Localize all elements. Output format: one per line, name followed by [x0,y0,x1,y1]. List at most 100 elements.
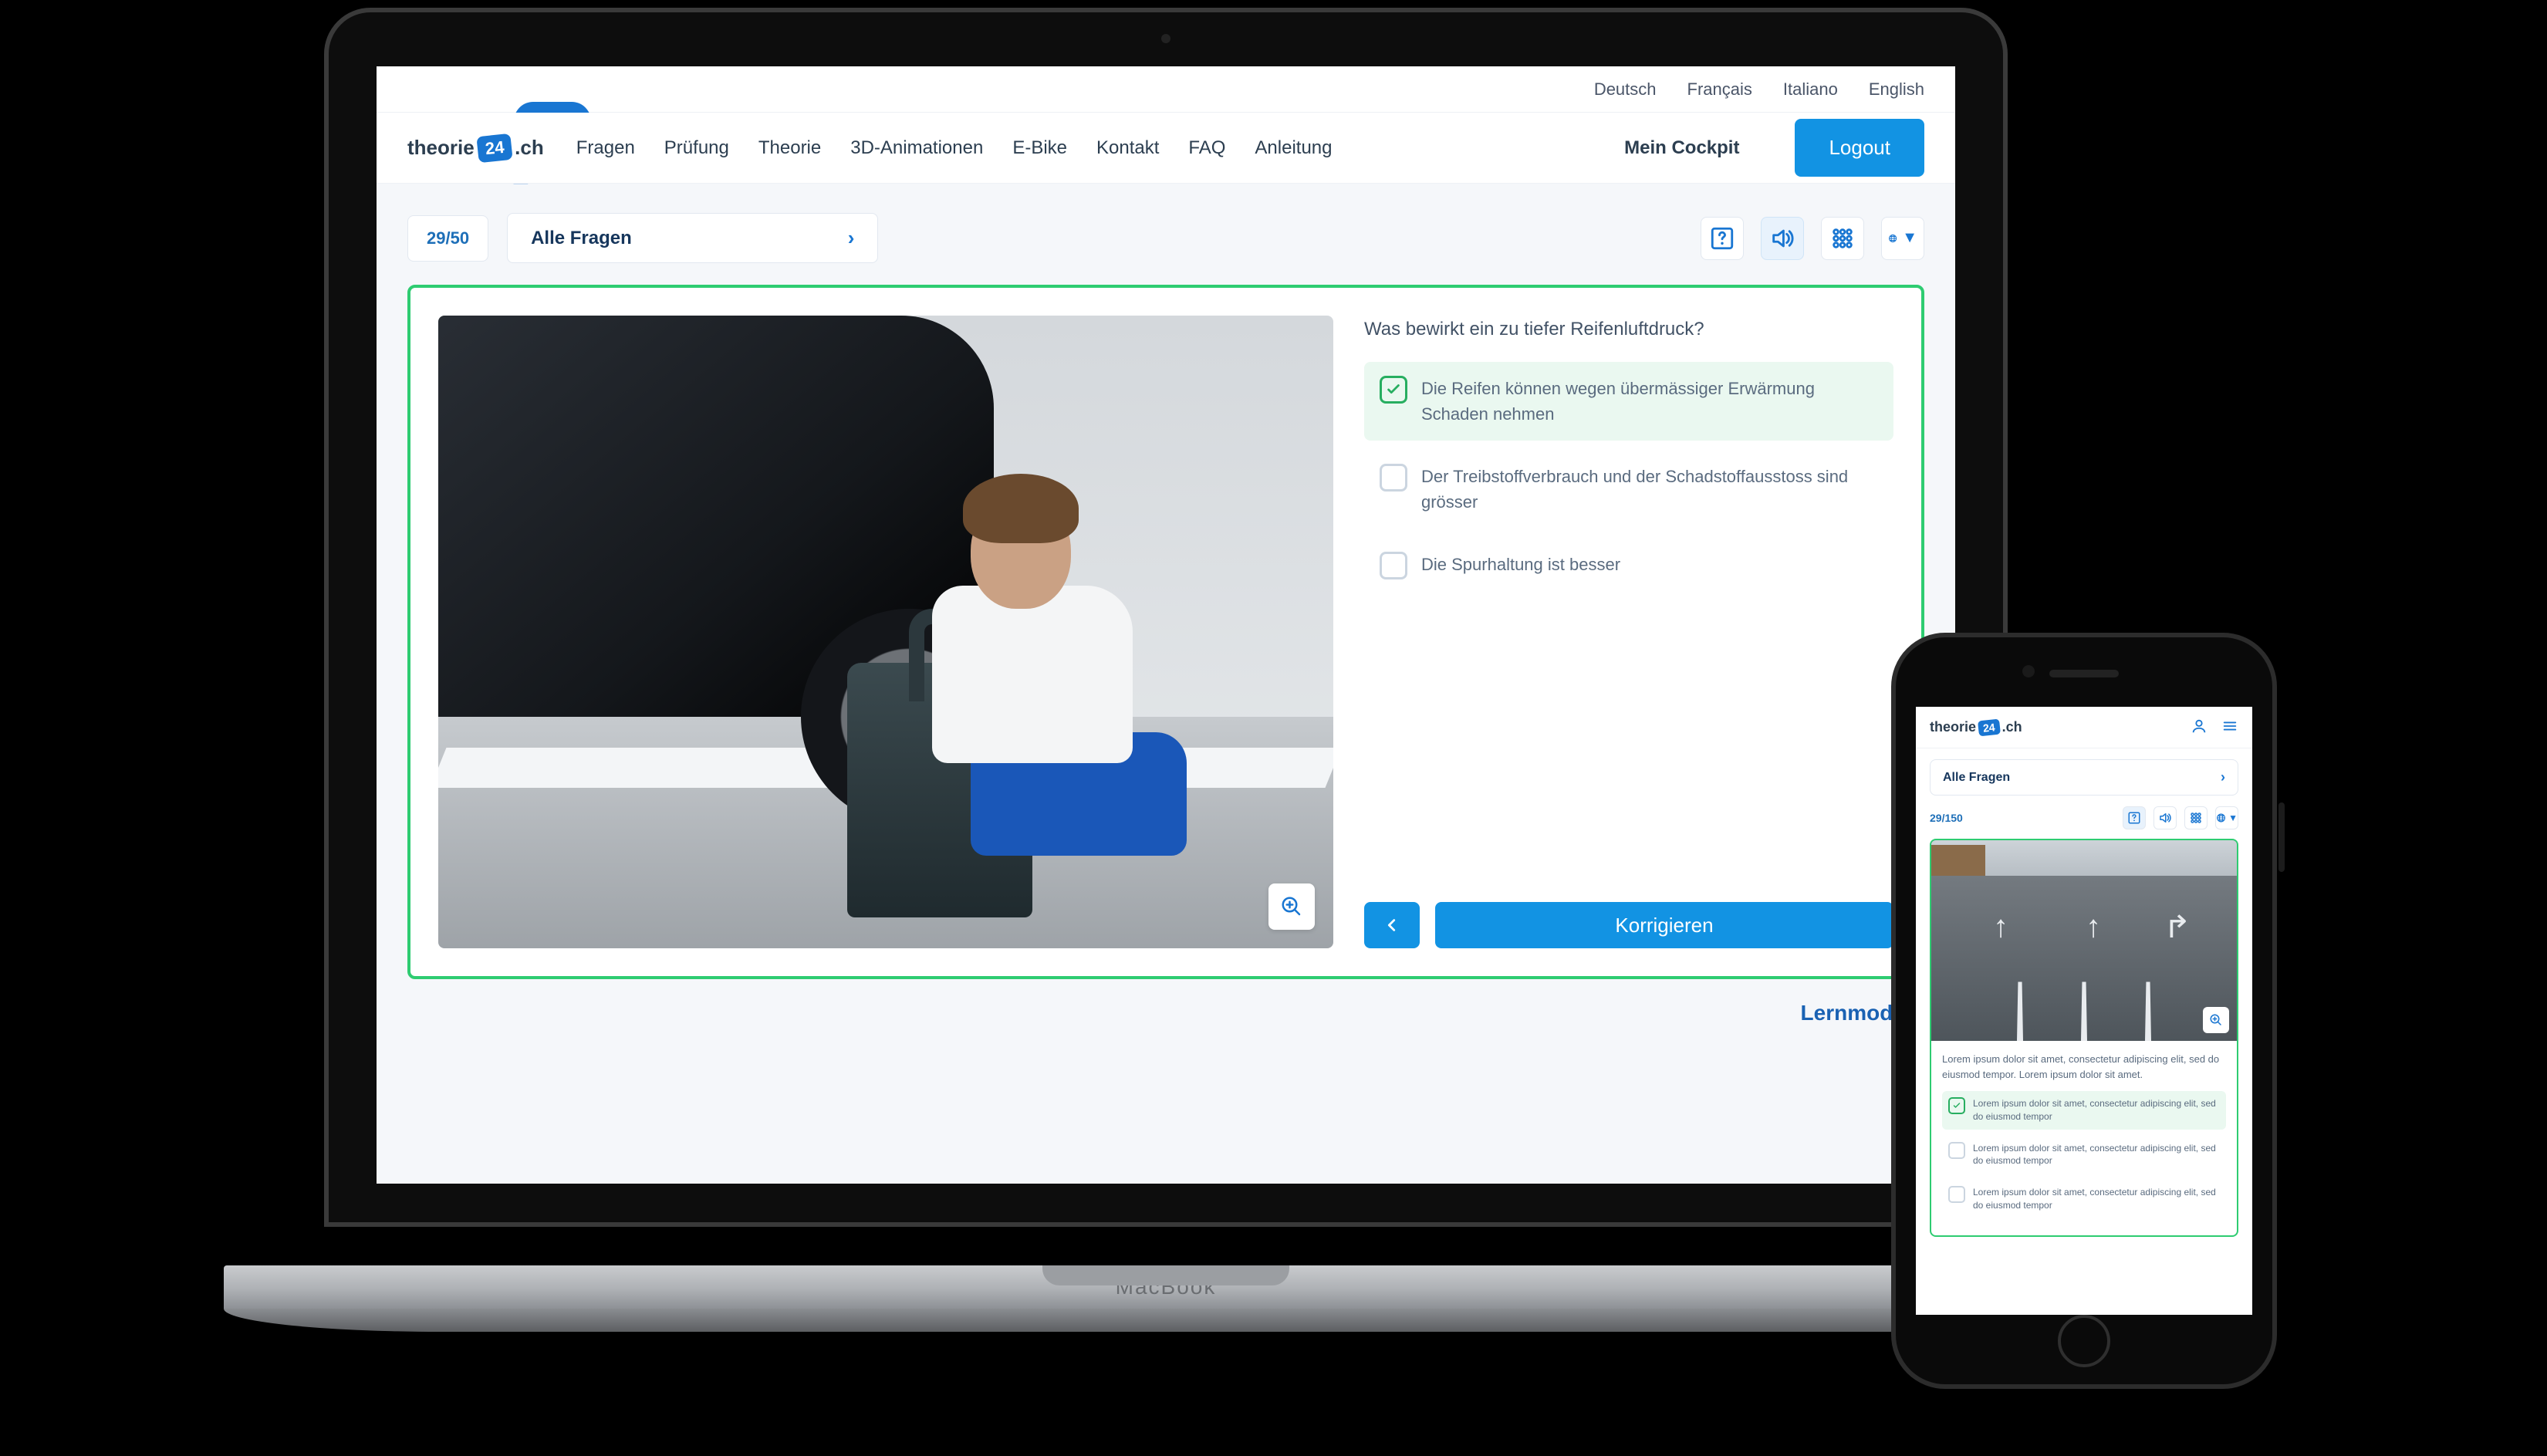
mobile-brand-logo[interactable]: theorie 24 .ch [1930,719,2022,735]
macbook-screen-bezel: Deutsch Français Italiano English theori… [324,8,2008,1227]
lang-fr[interactable]: Français [1687,79,1752,100]
logout-button[interactable]: Logout [1795,119,1924,177]
checkbox-empty-icon [1380,552,1407,579]
nav-ebike[interactable]: E-Bike [1012,137,1067,159]
my-cockpit-link[interactable]: Mein Cockpit [1624,137,1739,159]
checkbox-empty-icon [1948,1186,1965,1203]
menu-icon[interactable] [2221,718,2238,737]
mobile-question-body: Lorem ipsum dolor sit amet, consectetur … [1931,1041,2237,1235]
iphone-side-button [2278,802,2285,872]
question-image [438,316,1333,948]
brand-suffix: .ch [515,136,544,160]
iphone-camera [2022,665,2035,677]
question-image-scene [438,316,1333,948]
question-card: Was bewirkt ein zu tiefer Reifenluftdruc… [407,285,1924,979]
mobile-toolbar: 29/150 ▼ [1916,806,2252,839]
answer-text-3: Die Spurhaltung ist besser [1421,552,1620,579]
mobile-question-card: ↑↑↱ Lorem ipsum dolor sit amet, consecte… [1930,839,2238,1237]
mobile-question-image: ↑↑↱ [1931,840,2237,1041]
help-button[interactable] [1701,217,1744,260]
answer-text-2: Der Treibstoffverbrauch und der Schadsto… [1421,464,1878,515]
filter-label: Alle Fragen [531,228,632,249]
social-links [407,83,451,96]
zoom-image-button[interactable] [1268,883,1315,930]
mobile-language-button[interactable]: ▼ [2215,806,2238,829]
question-answers-panel: Was bewirkt ein zu tiefer Reifenluftdruc… [1364,316,1893,948]
mobile-answer-2[interactable]: Lorem ipsum dolor sit amet, consectetur … [1942,1136,2226,1174]
answer-option-2[interactable]: Der Treibstoffverbrauch und der Schadsto… [1364,450,1893,529]
tool-icons: ▼ [1701,217,1924,260]
mobile-answer-text-3: Lorem ipsum dolor sit amet, consectetur … [1973,1186,2220,1212]
mobile-sound-button[interactable] [2153,806,2177,829]
mobile-help-button[interactable] [2123,806,2146,829]
macbook-notch [1042,1265,1289,1285]
nav-anleitung[interactable]: Anleitung [1255,137,1332,159]
desktop-viewport: Deutsch Français Italiano English theori… [377,66,1955,1184]
checkbox-empty-icon [1948,1142,1965,1159]
iphone-home-button [2058,1315,2110,1367]
user-icon[interactable] [2191,718,2208,737]
checkbox-checked-icon [1380,376,1407,404]
question-text: Was bewirkt ein zu tiefer Reifenluftdruc… [1364,316,1893,343]
iphone-frame: theorie 24 .ch Alle Fragen › 29/150 [1891,633,2277,1389]
language-button[interactable]: ▼ [1881,217,1924,260]
brand-prefix: theorie [407,136,475,160]
mobile-question-counter: 29/150 [1930,812,2115,824]
sound-button[interactable] [1761,217,1804,260]
nav-kontakt[interactable]: Kontakt [1096,137,1159,159]
mobile-zoom-button[interactable] [2203,1007,2229,1033]
mobile-overview-button[interactable] [2184,806,2208,829]
caret-down-icon: ▼ [2228,812,2238,823]
iphone-body: theorie 24 .ch Alle Fragen › 29/150 [1891,633,2277,1389]
overview-button[interactable] [1821,217,1864,260]
mobile-answer-text-2: Lorem ipsum dolor sit amet, consectetur … [1973,1142,2220,1168]
question-filter-dropdown[interactable]: Alle Fragen › [507,213,878,263]
instagram-icon[interactable] [437,83,451,96]
checkbox-checked-icon [1948,1097,1965,1114]
macbook-bottom-edge [224,1309,2108,1332]
nav-fragen[interactable]: Fragen [576,137,635,159]
caret-down-icon: ▼ [1902,229,1917,247]
mobile-question-text: Lorem ipsum dolor sit amet, consectetur … [1942,1052,2226,1082]
question-toolbar: 29/50 Alle Fragen › ▼ [377,184,1955,285]
mobile-header-icons [2191,718,2238,737]
brand-badge: 24 [476,133,513,162]
language-switcher: Deutsch Français Italiano English [1594,79,1924,100]
answer-text-1: Die Reifen können wegen übermässiger Erw… [1421,376,1878,427]
lang-en[interactable]: English [1869,79,1924,100]
nav-3d[interactable]: 3D-Animationen [850,137,983,159]
macbook-hinge: MacBook [224,1265,2108,1309]
mobile-filter-dropdown[interactable]: Alle Fragen › [1930,759,2238,796]
nav-items: Fragen Prüfung Theorie 3D-Animationen E-… [576,137,1592,159]
facebook-icon[interactable] [407,83,421,96]
checkbox-empty-icon [1380,464,1407,492]
main-nav: theorie 24 .ch Fragen Prüfung Theorie 3D… [377,113,1955,184]
mobile-answer-1[interactable]: Lorem ipsum dolor sit amet, consectetur … [1942,1091,2226,1130]
previous-question-button[interactable] [1364,902,1420,948]
brand-logo[interactable]: theorie 24 .ch [407,135,544,161]
nav-theorie[interactable]: Theorie [758,137,821,159]
brand-prefix: theorie [1930,719,1976,735]
mobile-header: theorie 24 .ch [1916,707,2252,748]
iphone-speaker [2049,670,2119,677]
macbook-base: MacBook [224,1265,2108,1335]
nav-faq[interactable]: FAQ [1188,137,1225,159]
macbook-frame: Deutsch Français Italiano English theori… [324,8,2008,1335]
topbar: Deutsch Français Italiano English [377,66,1955,113]
brand-badge: 24 [1978,718,2001,736]
submit-button[interactable]: Korrigieren [1435,902,1893,948]
lang-de[interactable]: Deutsch [1594,79,1657,100]
chevron-right-icon: › [2221,769,2225,785]
action-row: Korrigieren [1364,902,1893,948]
desktop-app: Deutsch Français Italiano English theori… [377,66,1955,1184]
answer-option-3[interactable]: Die Spurhaltung ist besser [1364,538,1893,593]
mobile-answer-text-1: Lorem ipsum dolor sit amet, consectetur … [1973,1097,2220,1123]
answer-option-1[interactable]: Die Reifen können wegen übermässiger Erw… [1364,362,1893,441]
question-counter: 29/50 [407,215,488,262]
nav-pruefung[interactable]: Prüfung [664,137,729,159]
mobile-answer-3[interactable]: Lorem ipsum dolor sit amet, consectetur … [1942,1180,2226,1218]
mode-label[interactable]: Lernmodus [377,979,1955,1047]
mobile-viewport: theorie 24 .ch Alle Fragen › 29/150 [1916,707,2252,1315]
mobile-filter-label: Alle Fragen [1943,771,2010,785]
lang-it[interactable]: Italiano [1783,79,1838,100]
